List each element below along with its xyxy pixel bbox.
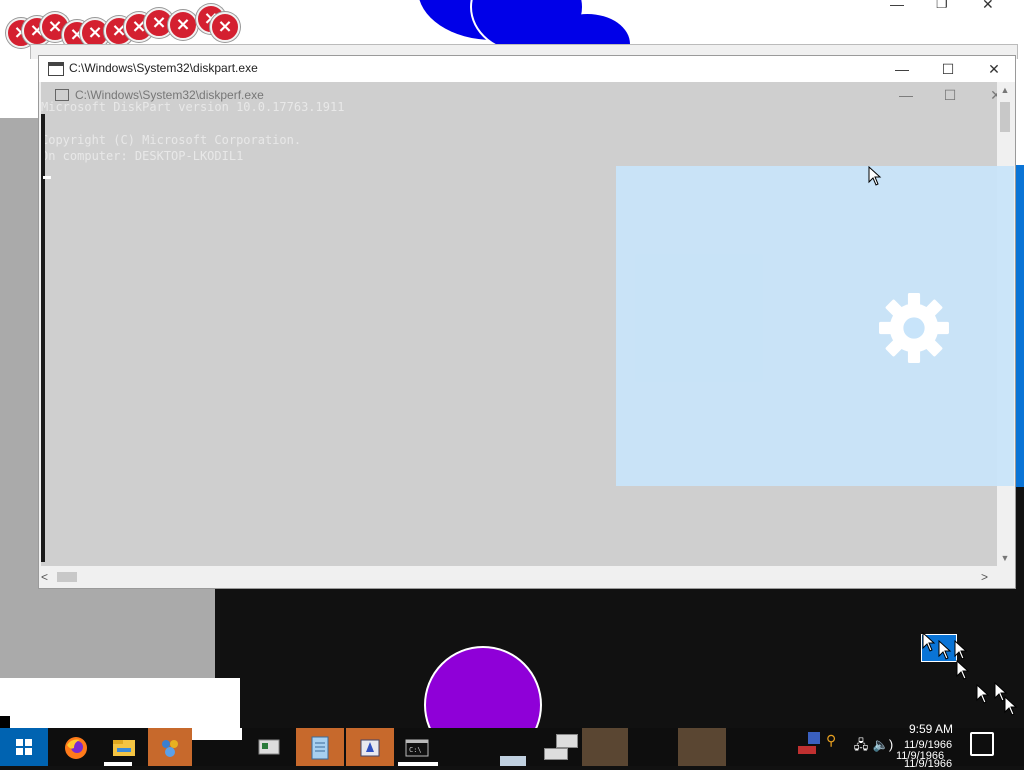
notepad-icon [311, 736, 329, 760]
taskbar-file-explorer[interactable] [100, 728, 148, 766]
error-icon-stack: × × × × × × × × × × × [0, 4, 250, 50]
settings-splash-overlay [616, 166, 1014, 486]
scroll-left-arrow-icon[interactable]: < [41, 569, 55, 585]
desktop-background-left [0, 82, 40, 118]
desktop-white-artifact [0, 678, 240, 728]
desktop-white-artifact-right [1015, 82, 1024, 167]
taskbar-artifact [540, 734, 580, 766]
taskbar-window-app[interactable] [246, 728, 294, 766]
taskbar-artifact [678, 728, 726, 766]
taskbar-network-app[interactable] [148, 728, 192, 766]
error-icon: × [210, 12, 240, 42]
mouse-pointer-icon [976, 684, 990, 704]
background-close-button[interactable]: ✕ [982, 0, 1002, 12]
taskbar-notepad[interactable] [296, 728, 344, 766]
svg-text:C:\: C:\ [409, 746, 422, 754]
taskbar-cmd[interactable]: C:\ [394, 728, 442, 766]
horizontal-scroll-thumb[interactable] [57, 572, 77, 582]
scroll-right-arrow-icon[interactable]: > [981, 569, 995, 585]
firefox-icon [65, 737, 87, 759]
scroll-up-arrow-icon[interactable]: ▲ [997, 82, 1013, 98]
window-title: C:\Windows\System32\diskpart.exe [69, 61, 258, 75]
mouse-pointer-icon [1004, 696, 1018, 716]
console-app-icon [48, 62, 64, 76]
windows-logo-icon [16, 739, 32, 755]
taskbar-artifact [500, 738, 530, 766]
file-explorer-icon [113, 740, 135, 756]
clock-date: 11/9/1966 [904, 758, 953, 770]
mouse-pointer-icon [922, 632, 936, 652]
inner-close-button[interactable]: ✕ [981, 84, 997, 106]
inner-minimize-button[interactable]: — [891, 84, 921, 106]
desktop-gray-artifact [0, 118, 40, 678]
clock-time: 9:59 AM [908, 722, 954, 736]
mouse-pointer-icon [954, 640, 968, 660]
taskbar-installer[interactable] [346, 728, 394, 766]
installer-icon [360, 739, 380, 757]
network-icon[interactable]: 🖧 [852, 736, 870, 754]
console-left-edge [41, 114, 45, 562]
taskbar-artifact [192, 728, 242, 740]
system-tray-icons: ⚲ 🖧 🔈) [796, 728, 896, 766]
background-minimize-button[interactable]: — [890, 0, 910, 12]
scroll-down-arrow-icon[interactable]: ▼ [997, 550, 1013, 566]
error-icon: × [168, 10, 198, 40]
cmd-icon: C:\ [405, 739, 429, 757]
minimize-button[interactable]: — [887, 58, 917, 80]
background-restore-button[interactable]: ❐ [936, 0, 956, 12]
close-button[interactable]: ✕ [979, 58, 1009, 80]
console-line-computer: On computer: DESKTOP-LKODIL1 [41, 149, 244, 163]
window-titlebar[interactable]: C:\Windows\System32\diskpart.exe — ☐ ✕ [39, 56, 1015, 82]
desktop-gray-artifact-lower [40, 585, 215, 680]
clock[interactable]: 9:59 AM 11/9/1966 11/9/1966 11/9/1966 [896, 722, 966, 770]
console-line-version: Microsoft DiskPart version 10.0.17763.19… [41, 100, 345, 114]
volume-icon[interactable]: 🔈) [872, 736, 894, 754]
console-line-copyright: Copyright (C) Microsoft Corporation. [41, 133, 302, 147]
window-app-icon [258, 739, 280, 755]
start-button[interactable] [0, 728, 48, 766]
mouse-pointer-icon [956, 660, 970, 680]
inner-maximize-button[interactable]: ☐ [935, 84, 965, 106]
taskbar-firefox[interactable] [52, 728, 100, 766]
desktop-black-artifact [0, 716, 10, 728]
vertical-scroll-thumb[interactable] [1000, 102, 1010, 132]
taskbar-artifact [582, 728, 628, 766]
key-icon: ⚲ [826, 732, 837, 748]
network-app-icon [162, 740, 178, 757]
mouse-pointer-icon [938, 640, 952, 660]
text-cursor [43, 176, 51, 179]
mouse-pointer-icon [868, 166, 882, 186]
taskbar: C:\ ⚲ 🖧 🔈) 9:59 AM 11/9/1966 11/9/1966 1… [0, 722, 1024, 770]
maximize-button[interactable]: ☐ [933, 58, 963, 80]
notification-icon[interactable] [970, 732, 994, 756]
gear-icon [879, 293, 949, 363]
horizontal-scrollbar[interactable]: < > [39, 568, 997, 586]
